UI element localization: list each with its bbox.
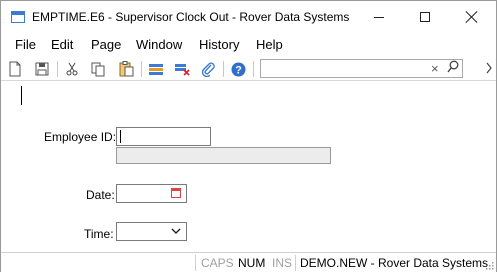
save-icon [35, 62, 49, 76]
insert-row-button[interactable] [147, 60, 165, 78]
search-icon[interactable] [447, 60, 459, 77]
focus-caret [21, 86, 22, 105]
resize-grip-icon[interactable] [484, 260, 494, 270]
maximize-icon [420, 12, 430, 22]
menu-file[interactable]: File [15, 37, 36, 52]
window-title: EMPTIME.E6 - Supervisor Clock Out - Rove… [32, 10, 350, 24]
status-separator [195, 255, 196, 271]
close-icon [466, 11, 478, 23]
app-window: EMPTIME.E6 - Supervisor Clock Out - Rove… [0, 0, 497, 272]
menu-page[interactable]: Page [91, 37, 121, 52]
scissors-icon [66, 62, 78, 76]
toolbar-separator [253, 61, 254, 77]
attach-button[interactable] [199, 60, 217, 78]
caps-indicator: CAPS [201, 256, 234, 270]
help-icon: ? [231, 62, 245, 76]
date-label: Date: [86, 188, 115, 202]
delete-row-button[interactable] [173, 60, 191, 78]
toolbar-overflow-chevron-icon[interactable] [485, 62, 493, 77]
num-indicator: NUM [238, 256, 266, 270]
new-document-icon [9, 61, 21, 77]
text-caret [120, 130, 121, 143]
close-button[interactable] [449, 1, 495, 33]
copy-icon [91, 62, 105, 76]
svg-text:?: ? [235, 64, 242, 76]
menu-help[interactable]: Help [256, 37, 283, 52]
employee-name-display [116, 147, 331, 164]
search-clear-button[interactable]: × [431, 61, 439, 76]
paste-icon [119, 61, 133, 77]
toolbar-separator [57, 61, 58, 77]
employee-id-input[interactable] [116, 127, 211, 146]
status-separator [295, 255, 296, 271]
menu-edit[interactable]: Edit [51, 37, 73, 52]
maximize-button[interactable] [402, 1, 448, 33]
minimize-icon [374, 16, 384, 18]
menu-window[interactable]: Window [136, 37, 182, 52]
toolbar-separator [141, 61, 142, 77]
toolbar-separator [223, 61, 224, 77]
date-input[interactable] [116, 184, 187, 203]
delete-row-icon [175, 64, 190, 76]
toolbar: ? × [1, 57, 496, 81]
app-window-icon [11, 11, 25, 23]
help-button[interactable]: ? [229, 60, 247, 78]
time-label: Time: [84, 227, 114, 241]
menu-bar: File Edit Page Window History Help [1, 34, 496, 56]
save-button[interactable] [33, 60, 51, 78]
chevron-down-icon [171, 228, 181, 234]
grid-rows-icon [149, 64, 163, 75]
paste-button[interactable] [117, 60, 135, 78]
status-bar: CAPS NUM INS DEMO.NEW - Rover Data Syste… [1, 252, 496, 272]
employee-id-label: Employee ID: [44, 130, 117, 144]
menu-history[interactable]: History [199, 37, 239, 52]
minimize-button[interactable] [356, 1, 402, 33]
paperclip-icon [201, 62, 215, 77]
time-select[interactable] [116, 222, 187, 241]
copy-button[interactable] [89, 60, 107, 78]
title-bar[interactable]: EMPTIME.E6 - Supervisor Clock Out - Rove… [1, 1, 496, 33]
ins-indicator: INS [272, 256, 293, 270]
new-button[interactable] [6, 60, 24, 78]
calendar-icon[interactable] [171, 188, 181, 198]
status-context: DEMO.NEW - Rover Data Systems [300, 256, 489, 270]
cut-button[interactable] [63, 60, 81, 78]
